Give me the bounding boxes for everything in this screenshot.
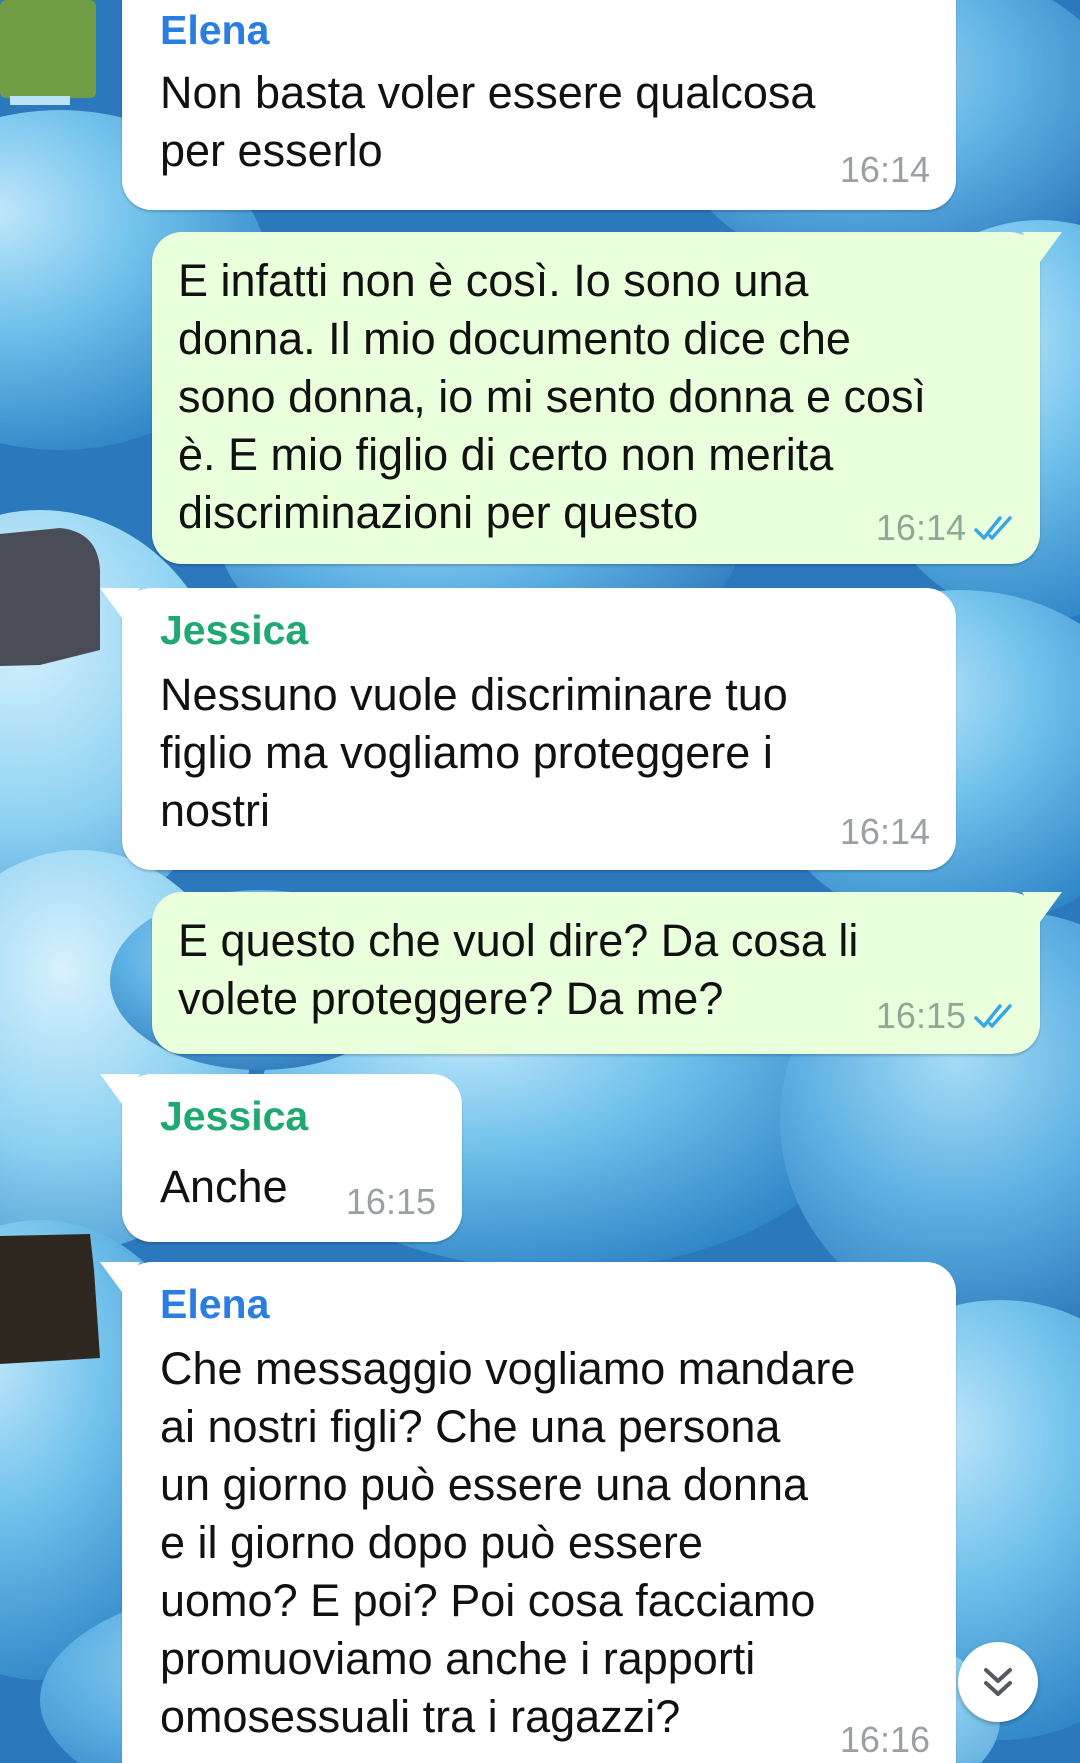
message-text: E infatti non è così. Io sono una donna.… — [178, 255, 927, 538]
message-text: E questo che vuol dire? Da cosa li volet… — [178, 915, 859, 1024]
sender-name[interactable]: Elena — [160, 1280, 269, 1328]
message-bubble-incoming[interactable]: Elena Che messaggio vogliamo mandare ai … — [100, 1262, 956, 1763]
double-chevron-down-icon — [984, 1668, 1012, 1696]
message-time: 16:15 — [345, 1181, 436, 1222]
bubble-tail — [100, 1074, 140, 1104]
message-time: 16:14 — [839, 811, 930, 852]
message-time: 16:15 — [875, 995, 966, 1036]
message-time: 16:14 — [875, 507, 966, 548]
sender-name[interactable]: Elena — [160, 6, 269, 54]
bubble-tail — [100, 588, 140, 618]
sender-name[interactable]: Jessica — [160, 606, 308, 654]
message-bubble-outgoing[interactable]: E questo che vuol dire? Da cosa li volet… — [152, 892, 1062, 1054]
message-bubble-incoming[interactable]: Jessica Anche 16:15 — [100, 1074, 462, 1242]
sender-name[interactable]: Jessica — [160, 1092, 308, 1140]
double-check-icon — [974, 516, 1012, 540]
bubble-tail — [100, 1262, 140, 1292]
message-text: Che messaggio vogliamo mandare ai nostri… — [160, 1343, 856, 1742]
message-text: Nessuno vuole discriminare tuo figlio ma… — [160, 669, 788, 836]
message-time: 16:16 — [839, 1719, 930, 1760]
message-bubble-incoming[interactable]: Jessica Nessuno vuole discriminare tuo f… — [100, 588, 956, 870]
bubble-tail — [1022, 892, 1062, 922]
message-bubble-outgoing[interactable]: E infatti non è così. Io sono una donna.… — [152, 232, 1062, 564]
message-text: Anche — [160, 1161, 288, 1212]
message-time: 16:14 — [839, 149, 930, 190]
avatar-elena[interactable] — [0, 0, 110, 110]
avatar-elena-2[interactable] — [0, 1230, 120, 1370]
double-check-icon — [974, 1004, 1012, 1028]
scroll-down-button[interactable] — [958, 1642, 1038, 1722]
bubble-tail — [1022, 232, 1062, 262]
message-bubble-incoming[interactable]: Elena Non basta voler essere qualcosa pe… — [122, 0, 956, 210]
avatar-jessica[interactable] — [0, 520, 110, 670]
message-text: Non basta voler essere qualcosa per esse… — [160, 67, 816, 176]
